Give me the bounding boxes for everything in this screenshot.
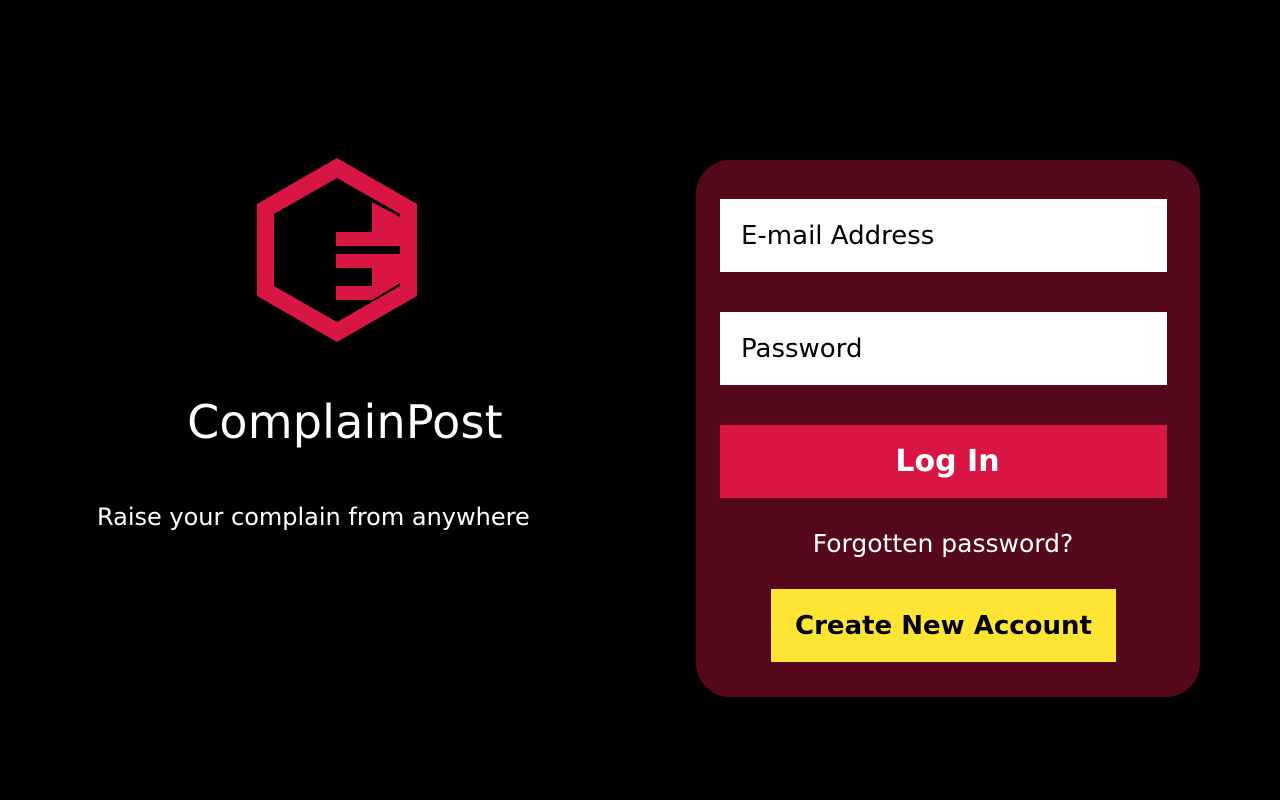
email-field[interactable]: [720, 199, 1167, 272]
hexagon-e-logo-icon: [254, 156, 420, 344]
brand-tagline: Raise your complain from anywhere: [97, 503, 530, 531]
login-page: ComplainPost Raise your complain from an…: [0, 0, 1280, 800]
forgot-password-link[interactable]: Forgotten password?: [696, 526, 1190, 562]
password-field[interactable]: [720, 312, 1167, 385]
login-card: Log In Forgotten password? Create New Ac…: [696, 160, 1200, 697]
login-button[interactable]: Log In: [720, 425, 1167, 498]
brand-name: ComplainPost: [187, 395, 503, 449]
create-account-button[interactable]: Create New Account: [771, 589, 1116, 662]
